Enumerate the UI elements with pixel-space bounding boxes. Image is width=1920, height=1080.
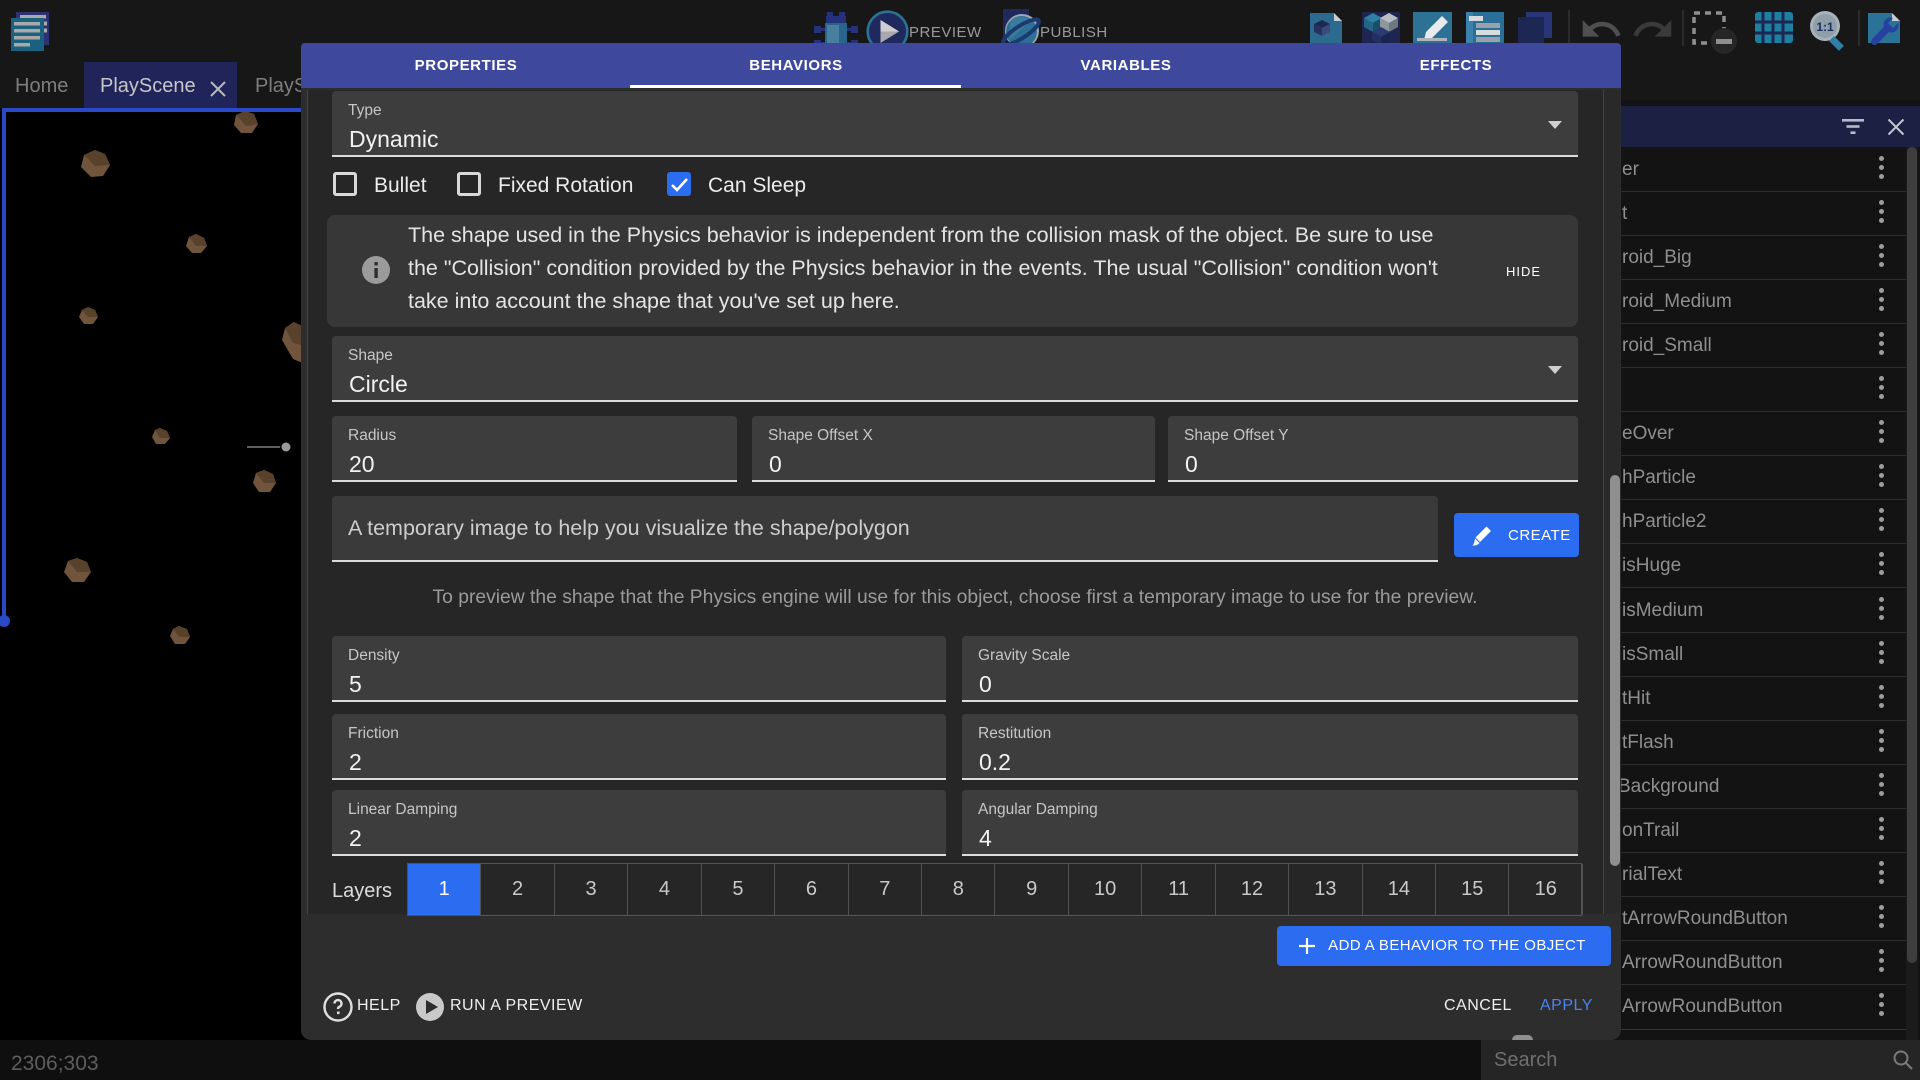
svg-text:1:1: 1:1 — [1816, 20, 1834, 34]
